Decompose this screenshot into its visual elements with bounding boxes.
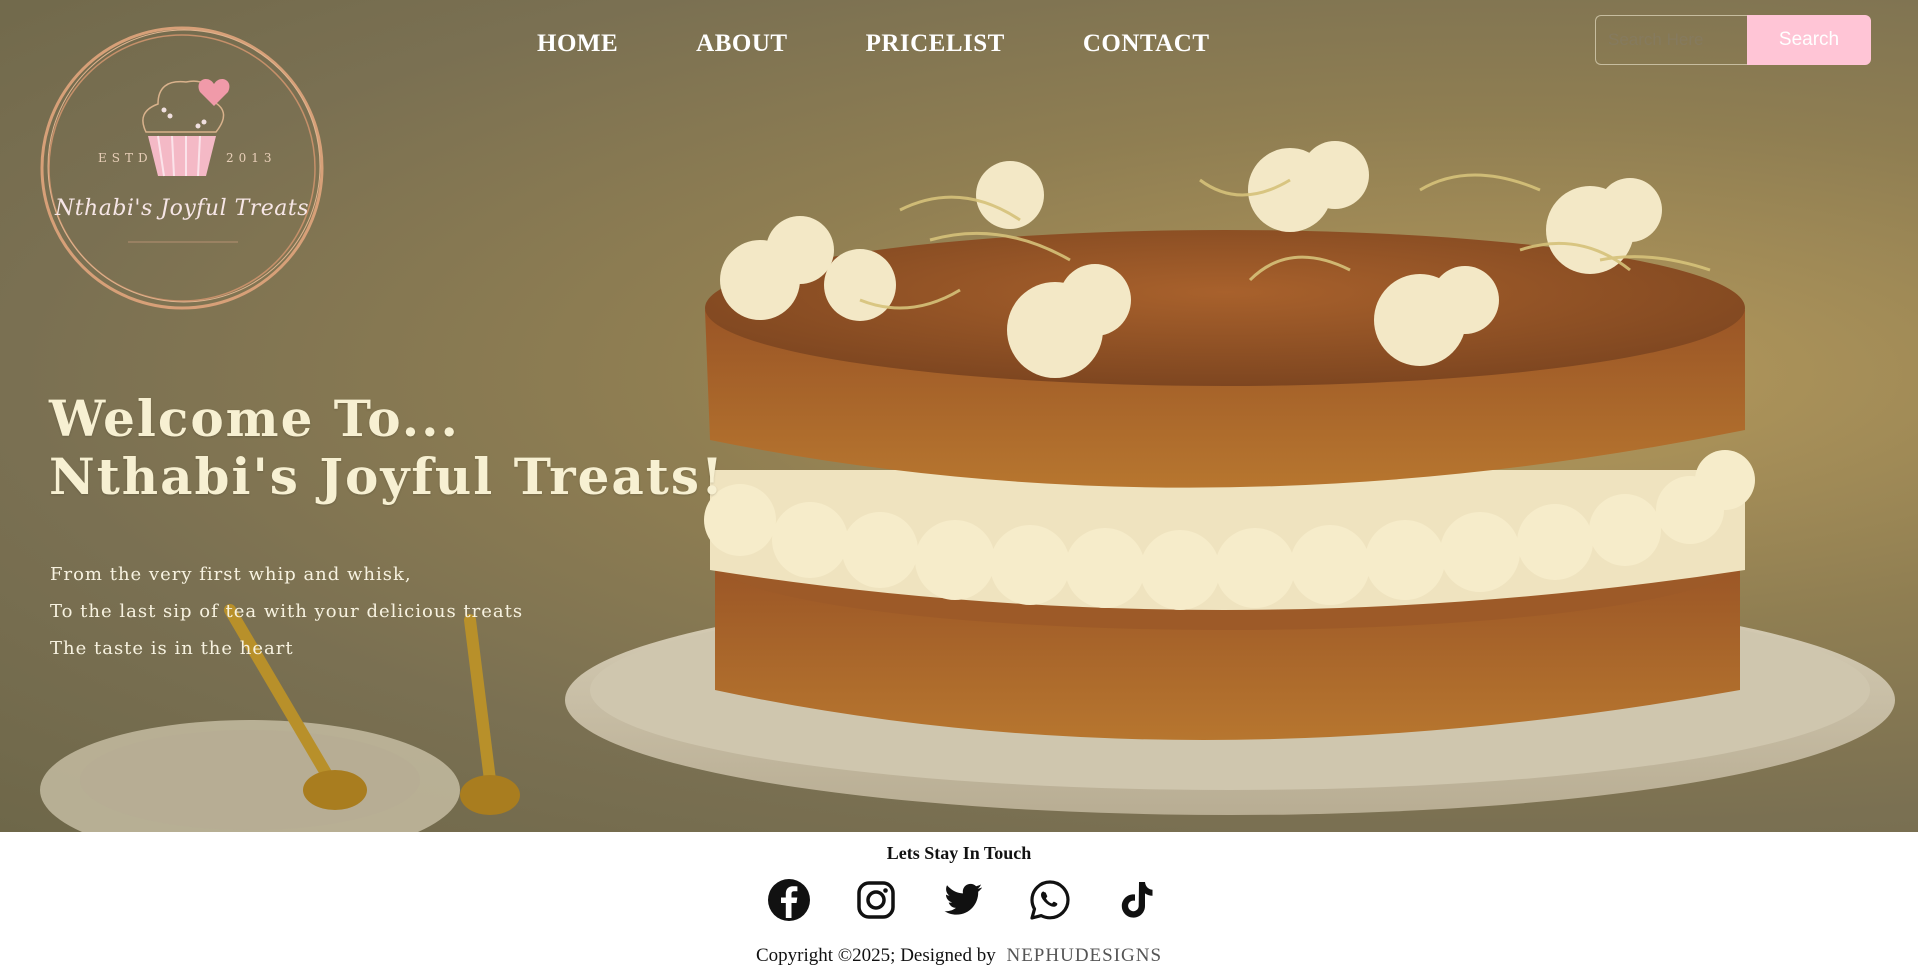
main-nav: HOME ABOUT PRICELIST CONTACT: [537, 30, 1210, 58]
twitter-icon[interactable]: [941, 878, 985, 922]
hero-section: ESTD 2013 Nthabi's Joyful Treats HOME AB…: [0, 0, 1918, 832]
search-button[interactable]: Search: [1747, 15, 1871, 65]
brand-logo[interactable]: ESTD 2013 Nthabi's Joyful Treats: [38, 24, 326, 312]
cupcake-heart-icon: [40, 26, 324, 310]
social-links: [767, 878, 1159, 922]
instagram-icon[interactable]: [854, 878, 898, 922]
nav-contact-link[interactable]: CONTACT: [1083, 30, 1210, 58]
nav-about-link[interactable]: ABOUT: [696, 30, 787, 58]
search-bar: Search: [1595, 15, 1871, 65]
hero-tagline-line: From the very first whip and whisk,: [50, 564, 412, 585]
hero-tagline-line: To the last sip of tea with your delicio…: [50, 601, 524, 622]
logo-year-text: 2013: [226, 151, 277, 165]
copyright-text: Copyright ©2025; Designed by: [755, 945, 996, 966]
nav-home-link[interactable]: HOME: [537, 30, 618, 58]
whatsapp-icon[interactable]: [1028, 878, 1072, 922]
designer-credit-link[interactable]: NEPHUDESIGNS: [1006, 945, 1162, 966]
facebook-icon[interactable]: [767, 878, 811, 922]
logo-brand-name: Nthabi's Joyful Treats: [54, 196, 310, 221]
search-input[interactable]: [1595, 15, 1747, 65]
logo-estd-text: ESTD: [98, 151, 153, 165]
hero-tagline-line: The taste is in the heart: [50, 638, 294, 659]
tiktok-icon[interactable]: [1115, 878, 1159, 922]
footer-title: Lets Stay In Touch: [886, 843, 1032, 863]
nav-pricelist-link[interactable]: PRICELIST: [866, 30, 1005, 58]
copyright-notice: Copyright ©2025; Designed by NEPHUDESIGN…: [0, 945, 1918, 967]
hero-title-line1: Welcome To...: [49, 389, 460, 448]
hero-tagline: From the very first whip and whisk, To t…: [50, 556, 523, 667]
hero-title-line2: Nthabi's Joyful Treats!: [49, 447, 726, 506]
site-footer: Lets Stay In Touch Copyright ©2025; Desi…: [0, 832, 1918, 968]
hero-title: Welcome To... Nthabi's Joyful Treats!: [49, 390, 725, 506]
